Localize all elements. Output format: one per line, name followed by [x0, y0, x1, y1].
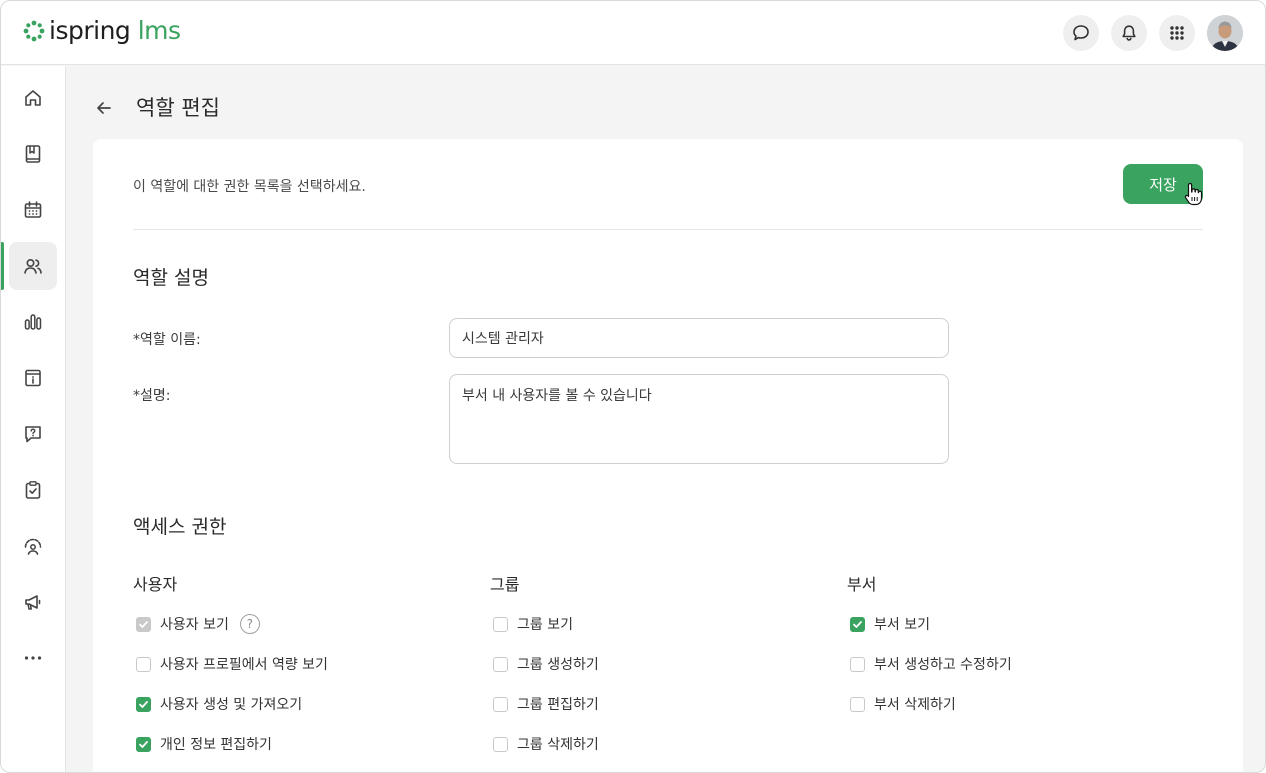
notifications-button[interactable]: [1111, 15, 1147, 51]
permission-checkbox-row[interactable]: 부서 생성하고 수정하기: [850, 654, 1012, 674]
avatar-image: [1207, 15, 1243, 51]
chat-button[interactable]: [1063, 15, 1099, 51]
sidebar-item-info[interactable]: [9, 354, 57, 402]
permission-checkbox-row[interactable]: 개인 정보 편집하기: [136, 734, 272, 754]
section-divider: [133, 229, 1203, 230]
permission-label: 그룹 생성하기: [517, 657, 599, 673]
permission-checkbox-row[interactable]: 사용자 보기?: [136, 614, 260, 634]
sidebar-item-courses[interactable]: [9, 130, 57, 178]
question-chat-icon: [25, 426, 41, 443]
permission-checkbox-row[interactable]: 그룹 보기: [493, 614, 573, 634]
role-name-input[interactable]: [449, 318, 949, 358]
checkbox-checked[interactable]: [850, 616, 865, 632]
top-bar: ispring lms: [1, 1, 1265, 65]
user-avatar[interactable]: [1207, 15, 1243, 51]
permission-label: 사용자 프로필에서 역량 보기: [160, 657, 328, 673]
permission-label: 부서 삭제하기: [874, 697, 956, 713]
permission-label: 그룹 보기: [517, 617, 573, 633]
ispring-logo-icon: [23, 20, 45, 42]
permission-checkbox-row[interactable]: 부서 보기: [850, 614, 930, 634]
sidebar-item-questions[interactable]: [9, 410, 57, 458]
page-title: 역할 편집: [136, 96, 220, 120]
sidebar-item-assignments[interactable]: [9, 466, 57, 514]
sidebar-item-calendar[interactable]: [9, 186, 57, 234]
permission-label: 사용자 보기: [160, 617, 229, 633]
permission-checkbox-row[interactable]: 그룹 편집하기: [493, 694, 599, 714]
role-description-title: 역할 설명: [133, 267, 209, 289]
permission-label: 사용자 생성 및 가져오기: [160, 697, 303, 713]
sidebar-item-reports[interactable]: [9, 298, 57, 346]
checkbox-checked-disabled[interactable]: [136, 616, 151, 632]
permission-checkbox-row[interactable]: 그룹 생성하기: [493, 654, 599, 674]
permission-checkbox-row[interactable]: 사용자 프로필에서 역량 보기: [136, 654, 328, 674]
book-icon: [25, 145, 41, 163]
brand-name: ispring lms: [49, 16, 181, 46]
sidebar-active-indicator: [1, 242, 4, 290]
checkbox-checked[interactable]: [136, 696, 151, 712]
sidebar-item-announcements[interactable]: [9, 578, 57, 626]
calendar-icon: [24, 201, 42, 218]
sidebar-item-more[interactable]: [9, 634, 57, 682]
megaphone-icon: [25, 595, 41, 610]
permission-column-title: 그룹: [490, 575, 520, 594]
app-window: ispring lms 역할 편집 이 역할에 대한 권한 목록을 선택하세요.…: [0, 0, 1266, 773]
description-textarea[interactable]: 부서 내 사용자를 볼 수 있습니다: [449, 374, 949, 464]
apps-grid-icon: [1170, 26, 1184, 40]
checkbox-unchecked[interactable]: [493, 736, 508, 752]
checkbox-unchecked[interactable]: [136, 656, 151, 672]
checkbox-unchecked[interactable]: [493, 696, 508, 712]
clipboard-check-icon: [25, 481, 41, 499]
intro-text: 이 역할에 대한 권한 목록을 선택하세요.: [133, 179, 366, 195]
access-rights-title: 액세스 권한: [133, 516, 227, 538]
ispring-logo[interactable]: ispring lms: [23, 16, 181, 46]
help-icon[interactable]: ?: [239, 614, 260, 634]
sidebar-item-home[interactable]: [9, 74, 57, 122]
permission-label: 부서 생성하고 수정하기: [874, 657, 1012, 673]
permission-column-title: 부서: [847, 575, 877, 594]
permission-checkbox-row[interactable]: 사용자 생성 및 가져오기: [136, 694, 302, 714]
brand-accent-text: lms: [137, 16, 181, 45]
chat-icon: [1073, 25, 1089, 41]
reports-icon: [24, 314, 42, 330]
checkbox-unchecked[interactable]: [493, 616, 508, 632]
checkbox-unchecked[interactable]: [850, 696, 865, 712]
more-icon: [24, 656, 42, 660]
edit-role-card: 이 역할에 대한 권한 목록을 선택하세요. 저장 역할 설명 *역할 이름: …: [93, 139, 1243, 772]
permission-column-title: 사용자: [133, 575, 178, 594]
arrow-left-icon: [97, 102, 111, 114]
permission-label: 그룹 편집하기: [517, 697, 599, 713]
bell-icon: [1122, 25, 1136, 41]
apps-button[interactable]: [1159, 15, 1195, 51]
checkbox-checked[interactable]: [136, 736, 151, 752]
info-card-icon: [25, 369, 41, 387]
home-icon: [25, 90, 41, 106]
description-label: *설명:: [133, 388, 171, 404]
sidebar: [1, 66, 66, 772]
checkbox-unchecked[interactable]: [850, 656, 865, 672]
sidebar-item-users[interactable]: [9, 242, 57, 290]
users-icon: [24, 259, 42, 274]
permission-checkbox-row[interactable]: 그룹 삭제하기: [493, 734, 599, 754]
checkbox-unchecked[interactable]: [493, 656, 508, 672]
role-name-label: *역할 이름:: [133, 332, 201, 348]
brand-main-text: ispring: [49, 16, 131, 45]
permission-label: 그룹 삭제하기: [517, 737, 599, 753]
gauge-icon: [24, 538, 42, 555]
sidebar-item-performance[interactable]: [9, 522, 57, 570]
permission-label: 부서 보기: [874, 617, 930, 633]
hand-cursor-icon: [1184, 182, 1203, 206]
permission-label: 개인 정보 편집하기: [160, 737, 272, 753]
back-button[interactable]: [91, 95, 117, 121]
permission-checkbox-row[interactable]: 부서 삭제하기: [850, 694, 956, 714]
